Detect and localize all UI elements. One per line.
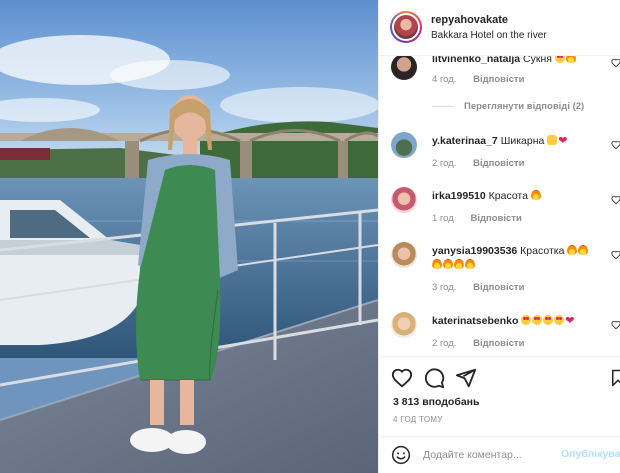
heart-eyes-emoji-icon: [532, 315, 543, 325]
comment-item: katerinatsebenko ❤ 2 год. Відповісти: [379, 310, 620, 350]
comment-text: Красотка: [520, 245, 565, 257]
comment-like-heart-icon[interactable]: [611, 140, 620, 150]
fire-emoji-icon: [578, 245, 589, 255]
commenter-username[interactable]: yanysia19903536: [432, 245, 517, 257]
view-replies-button[interactable]: Переглянути відповіді (2): [432, 101, 584, 112]
red-heart-emoji-icon: ❤: [558, 135, 568, 147]
comment-item: y.katerinaa_7 Шикарна ❤ 2 год. Відповіст…: [379, 130, 620, 170]
paper-plane-icon[interactable]: [455, 367, 477, 389]
commenter-username[interactable]: katerinatsebenko: [432, 315, 518, 327]
comment-item: yanysia19903536 Красотка 3 год. Відповіс…: [379, 240, 620, 296]
comment-like-heart-icon[interactable]: [611, 250, 620, 260]
commenter-username[interactable]: irka199510: [432, 190, 486, 202]
username[interactable]: repyahovakate: [431, 14, 508, 26]
post-sidebar: repyahovakate Bakkara Hotel on the river…: [378, 0, 620, 473]
post-photo[interactable]: [0, 0, 378, 473]
comment-time: 1 год: [432, 213, 454, 224]
comment-time: 4 год.: [432, 74, 457, 85]
replies-divider: [432, 105, 454, 107]
avatar[interactable]: [390, 11, 422, 43]
fire-emoji-icon: [530, 190, 541, 200]
likes-count[interactable]: 3 813 вподобань: [393, 396, 479, 408]
reply-button[interactable]: Відповісти: [473, 282, 524, 293]
fire-emoji-icon: [565, 56, 576, 63]
red-heart-emoji-icon: ❤: [565, 315, 575, 327]
comment-time: 3 год.: [432, 282, 457, 293]
smiley-icon[interactable]: [391, 445, 411, 465]
add-comment-bar: Опублікувати: [379, 436, 620, 473]
commenter-avatar[interactable]: [391, 132, 417, 158]
post-header: repyahovakate Bakkara Hotel on the river: [379, 0, 620, 56]
comment-icon[interactable]: [423, 367, 445, 389]
commenter-avatar[interactable]: [391, 312, 417, 338]
heart-eyes-emoji-icon: [554, 315, 565, 325]
comment-like-heart-icon[interactable]: [611, 195, 620, 205]
comment-time: 2 год.: [432, 158, 457, 169]
heart-eyes-emoji-icon: [521, 315, 532, 325]
reply-button[interactable]: Відповісти: [473, 158, 524, 169]
comment-item: litvinenko_natalja Сукня 4 год. Відповіс…: [379, 56, 620, 92]
commenter-avatar[interactable]: [391, 56, 417, 80]
reply-button[interactable]: Відповісти: [470, 213, 521, 224]
comment-text: Красота: [488, 190, 528, 202]
fire-emoji-icon: [454, 259, 464, 269]
comment-item: irka199510 Красота 1 год Відповісти: [379, 185, 620, 225]
comment-like-heart-icon[interactable]: [611, 320, 620, 330]
publish-button[interactable]: Опублікувати: [561, 448, 620, 460]
heart-eyes-emoji-icon: [543, 315, 554, 325]
bookmark-icon[interactable]: [609, 367, 620, 389]
comment-input[interactable]: [423, 446, 553, 464]
comment-text: Сукня: [523, 56, 552, 65]
post-image: [0, 0, 378, 473]
commenter-avatar[interactable]: [391, 187, 417, 213]
commenter-username[interactable]: y.katerinaa_7: [432, 135, 498, 147]
reply-button[interactable]: Відповісти: [473, 338, 524, 349]
fire-emoji-icon: [567, 245, 578, 255]
heart-icon[interactable]: [391, 367, 413, 389]
fire-emoji-icon: [465, 259, 475, 269]
comment-text: Шикарна: [500, 135, 545, 147]
comment-like-heart-icon[interactable]: [611, 58, 620, 68]
fire-emoji-icon: [432, 259, 442, 269]
fire-emoji-icon: [443, 259, 453, 269]
scream-emoji-icon: [547, 135, 558, 145]
heart-eyes-emoji-icon: [554, 56, 565, 63]
commenter-avatar[interactable]: [391, 242, 417, 268]
comment-time: 2 год.: [432, 338, 457, 349]
reply-button[interactable]: Відповісти: [473, 74, 524, 85]
post-actions: 3 813 вподобань 4 ГОД ТОМУ: [379, 356, 620, 436]
post-timestamp[interactable]: 4 ГОД ТОМУ: [393, 415, 443, 424]
comments-list[interactable]: litvinenko_natalja Сукня 4 год. Відповіс…: [379, 56, 620, 356]
location-link[interactable]: Bakkara Hotel on the river: [431, 30, 547, 41]
commenter-username[interactable]: litvinenko_natalja: [432, 56, 520, 65]
